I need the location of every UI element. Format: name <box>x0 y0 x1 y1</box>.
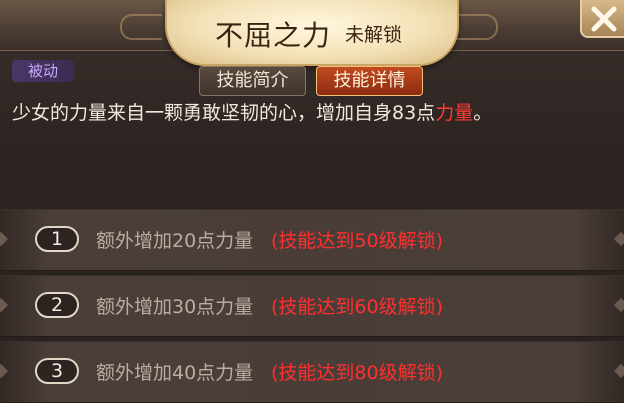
unlock-condition-text: (技能达到60级解锁) <box>271 296 444 318</box>
row-diamond-ornament <box>613 231 624 247</box>
close-button[interactable] <box>580 0 624 38</box>
skill-detail-panel: 不屈之力 未解锁 被动 技能简介 技能详情 少女的力量来自一颗勇敢坚韧的心，增加… <box>0 0 624 403</box>
unlock-index-badge: 2 <box>35 292 79 318</box>
description-end: 。 <box>473 102 493 124</box>
right-scroll-ornament <box>456 14 498 40</box>
row-diamond-ornament <box>0 297 9 313</box>
description-highlight: 力量 <box>435 102 474 124</box>
unlock-row: 3 额外增加40点力量 (技能达到80级解锁) <box>0 341 624 403</box>
unlock-condition-text: (技能达到50级解锁) <box>271 230 444 252</box>
tab-skill-detail[interactable]: 技能详情 <box>316 66 423 96</box>
skill-description: 少女的力量来自一颗勇敢坚韧的心，增加自身83点力量。 <box>12 98 612 125</box>
unlock-effect-text: 额外增加20点力量 <box>96 230 254 252</box>
row-diamond-ornament <box>613 297 624 313</box>
close-x-icon <box>591 6 617 32</box>
row-diamond-ornament <box>0 363 9 379</box>
passive-badge: 被动 <box>12 60 74 82</box>
row-diamond-ornament <box>0 231 9 247</box>
unlock-condition-text: (技能达到80级解锁) <box>271 362 444 384</box>
unlock-index-badge: 3 <box>35 358 79 384</box>
left-scroll-ornament <box>120 14 162 40</box>
skill-title: 不屈之力 <box>215 19 332 52</box>
unlock-row: 2 额外增加30点力量 (技能达到60级解锁) <box>0 275 624 337</box>
unlock-index-badge: 1 <box>35 226 79 252</box>
lock-status-label: 未解锁 <box>345 24 403 46</box>
description-text: 少女的力量来自一颗勇敢坚韧的心，增加自身83点 <box>12 102 436 124</box>
tab-skill-intro[interactable]: 技能简介 <box>199 66 306 96</box>
unlock-effect-text: 额外增加40点力量 <box>96 362 254 384</box>
row-diamond-ornament <box>613 363 624 379</box>
unlock-effect-text: 额外增加30点力量 <box>96 296 254 318</box>
unlock-row: 1 额外增加20点力量 (技能达到50级解锁) <box>0 209 624 271</box>
